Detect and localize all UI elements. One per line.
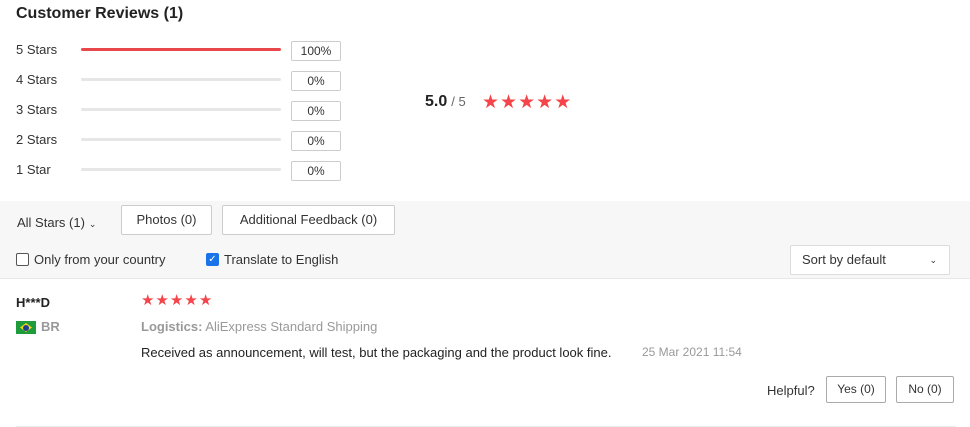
rating-bar-fill	[81, 48, 281, 51]
all-stars-label: All Stars (1)	[17, 215, 85, 230]
sort-dropdown[interactable]: Sort by default ⌄	[790, 245, 950, 275]
review-date: 25 Mar 2021 11:54	[642, 345, 742, 359]
star-icon: ★	[500, 92, 518, 113]
reviewer-name: H***D	[16, 295, 50, 310]
sort-label: Sort by default	[802, 252, 886, 267]
star-icon: ★	[169, 292, 184, 309]
review-filter-bar: All Stars (1) ⌄ Photos (0) Additional Fee…	[0, 201, 970, 278]
rating-bar	[81, 138, 281, 141]
average-max: / 5	[451, 94, 466, 109]
rating-label: 2 Stars	[16, 132, 58, 147]
translate-checkbox[interactable]: ✓	[206, 253, 219, 266]
filter-row: All Stars (1) ⌄ Photos (0) Additional Fee…	[0, 201, 970, 241]
rating-row-5: 5 Stars 100%	[16, 38, 346, 68]
chevron-down-icon: ⌄	[929, 255, 937, 265]
rating-row-1: 1 Star 0%	[16, 158, 346, 188]
rating-row-4: 4 Stars 0%	[16, 68, 346, 98]
review-stars: ★ ★ ★ ★ ★	[141, 293, 213, 309]
average-stars: ★ ★ ★ ★ ★	[482, 93, 572, 113]
rating-percent: 0%	[291, 161, 341, 181]
average-value: 5.0	[425, 93, 448, 110]
rating-row-2: 2 Stars 0%	[16, 128, 346, 158]
only-country-checkbox[interactable]	[16, 253, 29, 266]
rating-percent: 100%	[291, 41, 341, 61]
rating-distribution: 5 Stars 100% 4 Stars 0% 3 Stars 0% 2 Sta…	[16, 38, 346, 188]
rating-label: 4 Stars	[16, 72, 58, 87]
star-icon: ★	[198, 292, 213, 309]
logistics-label: Logistics:	[141, 319, 203, 334]
logistics-info: Logistics: AliExpress Standard Shipping	[141, 319, 377, 334]
additional-feedback-button[interactable]: Additional Feedback (0)	[222, 205, 395, 235]
star-icon: ★	[141, 292, 155, 309]
all-stars-dropdown[interactable]: All Stars (1) ⌄	[17, 215, 96, 230]
review-text: Received as announcement, will test, but…	[141, 345, 612, 360]
photos-filter-button[interactable]: Photos (0)	[121, 205, 212, 235]
chevron-down-icon: ⌄	[88, 219, 97, 229]
star-icon: ★	[518, 92, 536, 113]
rating-row-3: 3 Stars 0%	[16, 98, 346, 128]
rating-bar	[81, 168, 281, 171]
rating-bar	[81, 48, 281, 51]
star-icon: ★	[554, 92, 572, 113]
rating-label: 3 Stars	[16, 102, 58, 117]
reviews-title: Customer Reviews (1)	[16, 5, 184, 22]
star-icon: ★	[536, 92, 554, 113]
star-icon: ★	[184, 292, 198, 309]
rating-percent: 0%	[291, 131, 341, 151]
only-country-label[interactable]: Only from your country	[34, 252, 166, 267]
divider	[0, 278, 970, 279]
helpful-no-button[interactable]: No (0)	[896, 376, 954, 403]
rating-label: 5 Stars	[16, 42, 58, 57]
translate-label[interactable]: Translate to English	[224, 252, 338, 267]
star-icon: ★	[155, 292, 169, 309]
rating-bar	[81, 78, 281, 81]
helpful-yes-button[interactable]: Yes (0)	[826, 376, 886, 403]
rating-bar	[81, 108, 281, 111]
brazil-flag-icon	[16, 321, 36, 334]
reviewer-country: BR	[41, 319, 60, 334]
average-rating: 5.0 / 5	[425, 93, 466, 111]
options-row: Only from your country ✓ Translate to En…	[0, 241, 970, 278]
star-icon: ★	[482, 92, 500, 113]
rating-percent: 0%	[291, 101, 341, 121]
logistics-value: AliExpress Standard Shipping	[205, 319, 378, 334]
rating-label: 1 Star	[16, 162, 51, 177]
rating-percent: 0%	[291, 71, 341, 91]
helpful-label: Helpful?	[767, 383, 815, 398]
